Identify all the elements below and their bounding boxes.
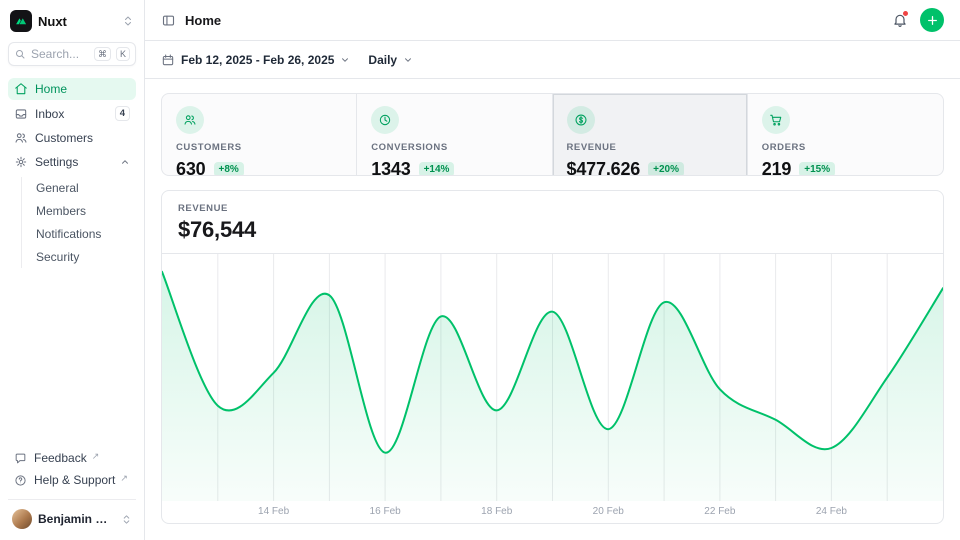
stat-label: CONVERSIONS: [371, 142, 537, 153]
chart-headline-value: $76,544: [178, 217, 927, 243]
search-icon: [14, 48, 26, 60]
home-icon: [14, 82, 28, 96]
sidebar-item-home[interactable]: Home: [8, 78, 136, 100]
sidebar: Nuxt Search... ⌘ K Home Inbox 4: [0, 0, 145, 540]
clock-icon: [371, 106, 399, 134]
x-axis-tick: 20 Feb: [593, 506, 624, 517]
stat-card-customers[interactable]: CUSTOMERS 630 +8%: [162, 94, 357, 176]
page-title: Home: [185, 13, 221, 28]
dashboard-content: CUSTOMERS 630 +8% CONVERSIONS 1343 +14%: [145, 79, 960, 540]
settings-submenu: General Members Notifications Security: [21, 177, 136, 268]
stat-label: CUSTOMERS: [176, 142, 342, 153]
help-support-link[interactable]: Help & Support ↗: [8, 469, 136, 491]
sidebar-item-inbox[interactable]: Inbox 4: [8, 102, 136, 125]
chart-title: REVENUE: [178, 203, 927, 214]
chat-bubble-icon: [14, 452, 27, 465]
filters-toolbar: Feb 12, 2025 - Feb 26, 2025 Daily: [145, 41, 960, 79]
shopping-cart-icon: [762, 106, 790, 134]
nav-label: Home: [35, 82, 67, 96]
notification-dot: [902, 10, 909, 17]
external-link-icon: ↗: [92, 451, 100, 461]
stat-value: $477,626: [567, 159, 641, 176]
feedback-link[interactable]: Feedback ↗: [8, 447, 136, 469]
users-icon: [14, 131, 28, 145]
main-area: Home Feb 12, 2025 - Feb 26, 2025: [145, 0, 960, 540]
plus-icon: [926, 14, 939, 27]
nuxt-logo-icon: [14, 14, 28, 28]
notifications-button[interactable]: [892, 12, 908, 28]
x-axis-tick: 16 Feb: [370, 506, 401, 517]
sidebar-item-general[interactable]: General: [32, 177, 136, 199]
x-axis-tick: 22 Feb: [704, 506, 735, 517]
gear-icon: [14, 155, 28, 169]
x-axis-tick: 24 Feb: [816, 506, 847, 517]
stat-value: 1343: [371, 159, 410, 176]
page-header: Home: [145, 0, 960, 41]
nav-label: Customers: [35, 131, 93, 145]
stats-row: CUSTOMERS 630 +8% CONVERSIONS 1343 +14%: [161, 93, 944, 176]
calendar-icon: [161, 53, 175, 67]
workspace-name: Nuxt: [38, 14, 116, 29]
external-link-icon: ↗: [120, 473, 128, 483]
chevron-up-down-icon: [121, 514, 132, 525]
sidebar-item-notifications[interactable]: Notifications: [32, 223, 136, 245]
x-axis-tick: 14 Feb: [258, 506, 289, 517]
sidebar-item-members[interactable]: Members: [32, 200, 136, 222]
stat-delta-badge: +15%: [799, 162, 835, 176]
x-axis-tick: 18 Feb: [481, 506, 512, 517]
chevron-up-down-icon: [122, 15, 134, 27]
stat-delta-badge: +14%: [419, 162, 455, 176]
chart-header: REVENUE $76,544: [162, 191, 943, 253]
add-button[interactable]: [920, 8, 944, 32]
stat-value: 219: [762, 159, 792, 176]
stat-value: 630: [176, 159, 206, 176]
period-label: Daily: [368, 53, 397, 67]
inbox-count-badge: 4: [115, 106, 130, 121]
avatar: [12, 509, 32, 529]
sidebar-spacer: [8, 268, 136, 447]
sidebar-item-customers[interactable]: Customers: [8, 127, 136, 149]
stat-label: REVENUE: [567, 142, 733, 153]
workspace-switcher[interactable]: Nuxt: [8, 9, 136, 42]
header-actions: [892, 8, 944, 32]
inbox-icon: [14, 107, 28, 121]
user-name: Benjamin Canac: [38, 512, 115, 526]
currency-dollar-icon: [567, 106, 595, 134]
stat-delta-badge: +8%: [214, 162, 244, 176]
footer-link-label: Feedback: [34, 451, 87, 465]
question-circle-icon: [14, 474, 27, 487]
stat-card-conversions[interactable]: CONVERSIONS 1343 +14%: [357, 94, 552, 176]
revenue-chart-card: REVENUE $76,544 14 Feb 16 Feb 18 Feb 20 Feb…: [161, 190, 944, 524]
stat-card-revenue[interactable]: REVENUE $477,626 +20%: [553, 94, 748, 176]
chevron-up-icon: [120, 157, 130, 167]
sidebar-toggle-icon[interactable]: [161, 13, 176, 28]
period-select[interactable]: Daily: [368, 53, 413, 67]
nav-label: Inbox: [35, 107, 64, 121]
sidebar-nav: Home Inbox 4 Customers Settings: [8, 78, 136, 268]
stat-delta-badge: +20%: [648, 162, 684, 176]
nuxt-logo: [10, 10, 32, 32]
kbd-k: K: [116, 47, 130, 61]
x-axis-labels: 14 Feb 16 Feb 18 Feb 20 Feb 22 Feb 24 Feb: [162, 501, 943, 523]
search-placeholder: Search...: [31, 47, 89, 61]
search-input[interactable]: Search... ⌘ K: [8, 42, 136, 66]
kbd-cmd: ⌘: [94, 47, 111, 61]
nav-label: Settings: [35, 155, 78, 169]
date-range-picker[interactable]: Feb 12, 2025 - Feb 26, 2025: [161, 53, 350, 67]
stat-card-orders[interactable]: ORDERS 219 +15%: [748, 94, 943, 176]
sidebar-item-security[interactable]: Security: [32, 246, 136, 268]
user-menu[interactable]: Benjamin Canac: [8, 499, 136, 532]
sidebar-item-settings[interactable]: Settings: [8, 151, 136, 173]
revenue-area-chart: [162, 253, 943, 501]
users-icon: [176, 106, 204, 134]
date-range-label: Feb 12, 2025 - Feb 26, 2025: [181, 53, 334, 67]
chevron-down-icon: [340, 55, 350, 65]
footer-link-label: Help & Support: [34, 473, 115, 487]
stat-label: ORDERS: [762, 142, 929, 153]
chevron-down-icon: [403, 55, 413, 65]
